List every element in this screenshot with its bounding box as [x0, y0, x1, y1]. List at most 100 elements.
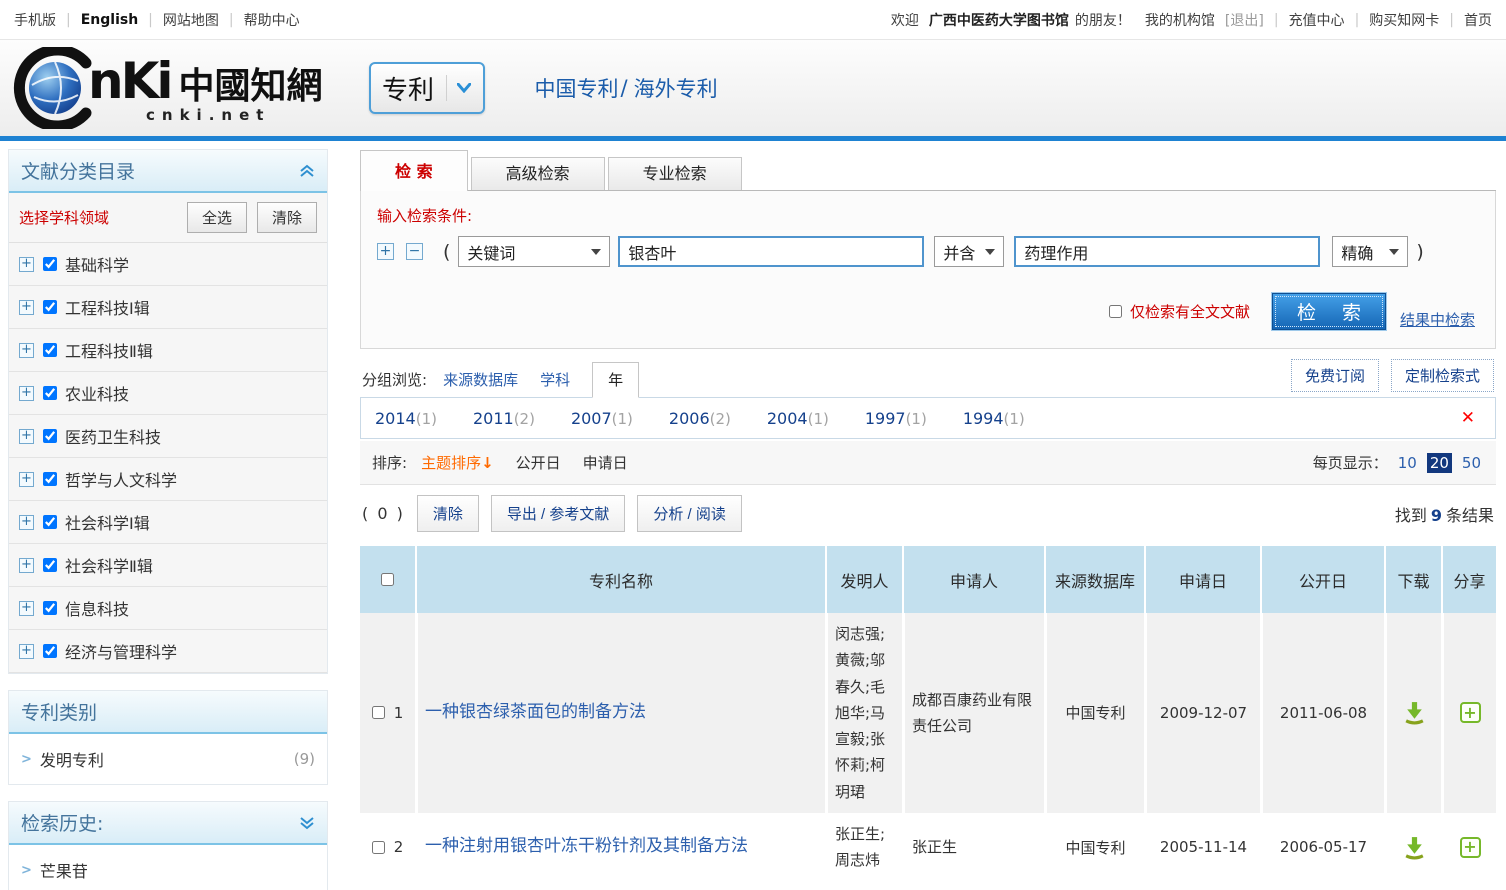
nav-link[interactable]: 海外专利: [634, 73, 718, 103]
category-label[interactable]: 哲学与人文科学: [65, 467, 177, 491]
topbar-link[interactable]: 首页: [1464, 10, 1492, 30]
year-facet[interactable]: 1997(1): [865, 409, 927, 428]
cnki-logo[interactable]: nKi 中國知網 cnki.net: [10, 47, 323, 129]
year-facet[interactable]: 2007(1): [571, 409, 633, 428]
category-checkbox[interactable]: [43, 300, 57, 314]
history-item[interactable]: > 芒果苷: [9, 845, 327, 890]
logout-link[interactable]: [退出]: [1225, 10, 1264, 30]
row-select-checkbox[interactable]: [372, 841, 385, 854]
category-label[interactable]: 工程科技Ⅰ辑: [65, 295, 150, 319]
category-label[interactable]: 经济与管理科学: [65, 639, 177, 663]
group-link[interactable]: 学科: [540, 369, 570, 397]
expand-plus-icon[interactable]: [19, 601, 34, 616]
patent-title-link[interactable]: 一种注射用银杏叶冻干粉针剂及其制备方法: [425, 834, 748, 860]
search-tab[interactable]: 检 索: [360, 150, 468, 191]
fulltext-only-option[interactable]: 仅检索有全文文献: [1109, 301, 1250, 322]
category-label[interactable]: 社会科学Ⅱ辑: [65, 553, 153, 577]
chevron-down-icon[interactable]: [446, 75, 471, 101]
expand-plus-icon[interactable]: [19, 386, 34, 401]
column-header[interactable]: 发明人: [825, 546, 902, 613]
column-header[interactable]: 分享: [1441, 546, 1496, 613]
expand-plus-icon[interactable]: [19, 300, 34, 315]
download-icon[interactable]: [1402, 835, 1427, 860]
column-header[interactable]: 下载: [1384, 546, 1441, 613]
expand-plus-icon[interactable]: [19, 472, 34, 487]
category-checkbox[interactable]: [43, 257, 57, 271]
search-term-1-input[interactable]: [618, 236, 924, 267]
per-page-option[interactable]: 50: [1459, 453, 1484, 473]
column-header[interactable]: 来源数据库: [1044, 546, 1144, 613]
patent-type-item[interactable]: > 发明专利 (9): [9, 734, 327, 784]
share-plus-icon[interactable]: [1460, 702, 1481, 723]
clear-selection-button[interactable]: 清除: [417, 495, 479, 532]
search-button[interactable]: 检 索: [1272, 293, 1386, 330]
row-select-checkbox[interactable]: [372, 706, 385, 719]
category-checkbox[interactable]: [43, 558, 57, 572]
category-checkbox[interactable]: [43, 601, 57, 615]
add-condition-icon[interactable]: +: [377, 243, 394, 260]
download-icon[interactable]: [1402, 700, 1427, 725]
year-facet[interactable]: 2011(2): [473, 409, 535, 428]
year-facet[interactable]: 2004(1): [767, 409, 829, 428]
close-facet-icon[interactable]: ✕: [1455, 408, 1481, 428]
sort-option[interactable]: 主题排序↓: [421, 452, 494, 473]
category-checkbox[interactable]: [43, 644, 57, 658]
category-label[interactable]: 社会科学Ⅰ辑: [65, 510, 150, 534]
category-label[interactable]: 基础科学: [65, 252, 129, 276]
field-select[interactable]: 关键词: [458, 236, 610, 267]
group-link[interactable]: 来源数据库: [443, 369, 518, 397]
group-tab-year[interactable]: 年: [592, 362, 639, 398]
category-label[interactable]: 农业科技: [65, 381, 129, 405]
per-page-option[interactable]: 10: [1395, 453, 1420, 473]
expand-plus-icon[interactable]: [19, 429, 34, 444]
expand-down-icon[interactable]: [299, 816, 315, 830]
select-all-button[interactable]: 全选: [187, 202, 247, 233]
column-header[interactable]: 申请人: [902, 546, 1044, 613]
year-facet[interactable]: 2014(1): [375, 409, 437, 428]
category-label[interactable]: 信息科技: [65, 596, 129, 620]
year-facet[interactable]: 1994(1): [963, 409, 1025, 428]
search-tab[interactable]: 高级检索: [471, 157, 605, 190]
clear-selection-button[interactable]: 清除: [257, 202, 317, 233]
column-header[interactable]: 申请日: [1144, 546, 1260, 613]
topbar-link[interactable]: 充值中心: [1289, 10, 1345, 30]
search-in-results-link[interactable]: 结果中检索: [1400, 309, 1475, 330]
year-facet[interactable]: 2006(2): [669, 409, 731, 428]
share-plus-icon[interactable]: [1460, 837, 1481, 858]
nav-link[interactable]: 中国专利: [535, 73, 619, 103]
operator-select[interactable]: 并含: [934, 236, 1004, 267]
collapse-up-icon[interactable]: [299, 164, 315, 178]
topbar-link[interactable]: 帮助中心: [244, 10, 300, 30]
topbar-link[interactable]: 购买知网卡: [1369, 10, 1439, 30]
expand-plus-icon[interactable]: [19, 644, 34, 659]
custom-search-button[interactable]: 定制检索式: [1391, 359, 1494, 392]
category-checkbox[interactable]: [43, 515, 57, 529]
category-checkbox[interactable]: [43, 386, 57, 400]
select-all-checkbox[interactable]: [381, 573, 394, 586]
export-references-button[interactable]: 导出 / 参考文献: [491, 495, 626, 532]
category-label[interactable]: 医药卫生科技: [65, 424, 161, 448]
category-label[interactable]: 工程科技Ⅱ辑: [65, 338, 153, 362]
column-header[interactable]: 专利名称: [415, 546, 825, 613]
search-tab[interactable]: 专业检索: [608, 157, 742, 190]
column-header[interactable]: 公开日: [1260, 546, 1384, 613]
expand-plus-icon[interactable]: [19, 515, 34, 530]
database-switch-button[interactable]: 专利: [369, 62, 485, 114]
category-checkbox[interactable]: [43, 343, 57, 357]
free-subscribe-button[interactable]: 免费订阅: [1291, 359, 1379, 392]
expand-plus-icon[interactable]: [19, 257, 34, 272]
topbar-link[interactable]: 网站地图: [163, 10, 219, 30]
category-checkbox[interactable]: [43, 429, 57, 443]
category-checkbox[interactable]: [43, 472, 57, 486]
search-term-2-input[interactable]: [1014, 236, 1320, 267]
analyze-read-button[interactable]: 分析 / 阅读: [637, 495, 742, 532]
per-page-option[interactable]: 20: [1427, 453, 1452, 473]
topbar-link[interactable]: English: [81, 12, 138, 28]
topbar-link[interactable]: 手机版: [14, 10, 56, 30]
sort-option[interactable]: 公开日↓: [516, 452, 561, 473]
match-mode-select[interactable]: 精确: [1332, 236, 1408, 267]
remove-condition-icon[interactable]: −: [406, 243, 423, 260]
my-library-link[interactable]: 我的机构馆: [1145, 10, 1215, 30]
expand-plus-icon[interactable]: [19, 558, 34, 573]
expand-plus-icon[interactable]: [19, 343, 34, 358]
